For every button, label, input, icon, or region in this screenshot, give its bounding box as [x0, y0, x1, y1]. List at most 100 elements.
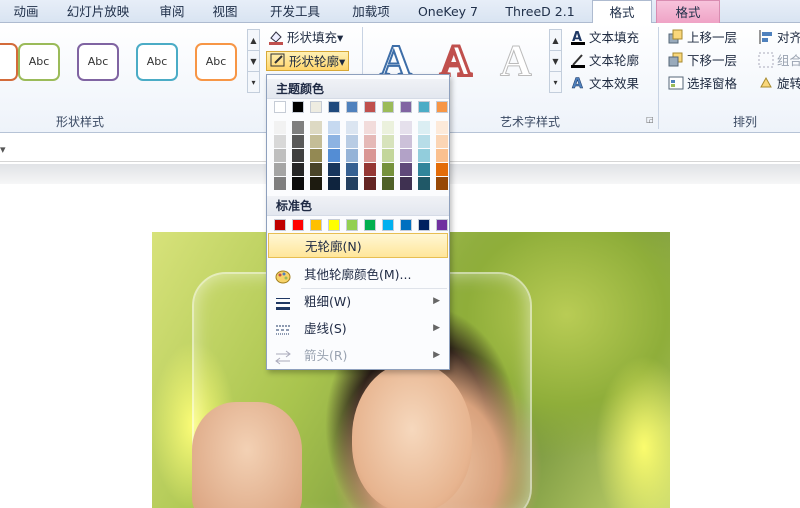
standard-color-swatch[interactable] [328, 219, 340, 231]
shape-style-partial[interactable] [0, 43, 18, 81]
standard-color-swatch[interactable] [382, 219, 394, 231]
theme-shade-swatch[interactable] [310, 163, 322, 176]
text-fill-button[interactable]: A 文本填充 [570, 28, 639, 48]
theme-shade-swatch[interactable] [274, 121, 286, 134]
theme-shade-swatch[interactable] [400, 121, 412, 134]
theme-color-swatch[interactable] [346, 101, 358, 113]
theme-shade-swatch[interactable] [436, 149, 448, 162]
tab-3[interactable]: 视图 [205, 0, 245, 23]
theme-shade-swatch[interactable] [292, 121, 304, 134]
wordart-gallery-scroll[interactable]: ▲ ▼ ▾ [549, 29, 562, 93]
theme-color-swatch[interactable] [400, 101, 412, 113]
theme-shade-swatch[interactable] [346, 177, 358, 190]
text-outline-button[interactable]: 文本轮廓 [570, 51, 639, 71]
text-effect-button[interactable]: A 文本效果 [570, 74, 639, 94]
standard-color-swatch[interactable] [364, 219, 376, 231]
theme-shade-swatch[interactable] [436, 121, 448, 134]
tab-0[interactable]: 动画 [6, 0, 46, 23]
theme-shade-swatch[interactable] [328, 135, 340, 148]
theme-shade-swatch[interactable] [274, 149, 286, 162]
theme-shade-swatch[interactable] [364, 177, 376, 190]
bring-forward-button[interactable]: 上移一层 [668, 28, 737, 48]
theme-shade-swatch[interactable] [292, 177, 304, 190]
weight-item[interactable]: 粗细(W) ▶ [268, 289, 448, 314]
theme-color-swatch[interactable] [328, 101, 340, 113]
theme-shade-swatch[interactable] [274, 163, 286, 176]
more-outline-colors-item[interactable]: 其他轮廓颜色(M)... [268, 262, 448, 287]
gallery-down-icon[interactable]: ▼ [248, 51, 259, 72]
shape-style-teal[interactable]: Abc [136, 43, 178, 81]
theme-color-swatch[interactable] [364, 101, 376, 113]
tab-7[interactable]: ThreeD 2.1 [500, 0, 580, 23]
standard-color-swatch[interactable] [418, 219, 430, 231]
theme-shade-swatch[interactable] [382, 135, 394, 148]
shape-outline-button[interactable]: 形状轮廓▾ [266, 51, 350, 71]
standard-color-swatch[interactable] [274, 219, 286, 231]
theme-shade-swatch[interactable] [400, 149, 412, 162]
align-button[interactable]: 对齐 [758, 28, 800, 48]
theme-shade-swatch[interactable] [436, 163, 448, 176]
theme-shade-swatch[interactable] [436, 135, 448, 148]
theme-shade-swatch[interactable] [436, 177, 448, 190]
standard-color-swatch[interactable] [310, 219, 322, 231]
theme-color-swatch[interactable] [310, 101, 322, 113]
no-outline-item[interactable]: 无轮廓(N) [268, 233, 448, 258]
send-backward-button[interactable]: 下移一层 [668, 51, 737, 71]
wordart-down-icon[interactable]: ▼ [550, 51, 561, 72]
theme-shade-swatch[interactable] [310, 149, 322, 162]
wordart-up-icon[interactable]: ▲ [550, 30, 561, 51]
theme-shade-swatch[interactable] [274, 177, 286, 190]
theme-shade-swatch[interactable] [418, 135, 430, 148]
theme-shade-swatch[interactable] [292, 149, 304, 162]
standard-color-swatch[interactable] [292, 219, 304, 231]
wordart-dialog-launcher-icon[interactable]: ◲ [646, 115, 654, 124]
theme-shade-swatch[interactable] [400, 135, 412, 148]
shape-style-gallery-scroll[interactable]: ▲ ▼ ▾ [247, 29, 260, 93]
theme-shade-swatch[interactable] [418, 149, 430, 162]
group-button[interactable]: 组合 [758, 51, 800, 71]
dashes-item[interactable]: 虚线(S) ▶ [268, 316, 448, 341]
shape-style-orange[interactable]: Abc [195, 43, 237, 81]
theme-shade-swatch[interactable] [382, 177, 394, 190]
theme-color-swatch[interactable] [382, 101, 394, 113]
theme-shade-swatch[interactable] [364, 149, 376, 162]
theme-shade-swatch[interactable] [274, 135, 286, 148]
theme-shade-swatch[interactable] [328, 177, 340, 190]
tab-1[interactable]: 幻灯片放映 [58, 0, 138, 23]
theme-shade-swatch[interactable] [310, 177, 322, 190]
standard-color-swatch[interactable] [400, 219, 412, 231]
theme-shade-swatch[interactable] [310, 135, 322, 148]
theme-shade-swatch[interactable] [328, 163, 340, 176]
theme-shade-swatch[interactable] [346, 163, 358, 176]
theme-shade-swatch[interactable] [418, 163, 430, 176]
tab-format-picture[interactable]: 格式 [656, 0, 720, 23]
tab-4[interactable]: 开发工具 [262, 0, 328, 23]
gallery-more-icon[interactable]: ▾ [248, 72, 259, 93]
theme-shade-swatch[interactable] [364, 135, 376, 148]
theme-shade-swatch[interactable] [292, 163, 304, 176]
wordart-more-icon[interactable]: ▾ [550, 72, 561, 93]
tab-6[interactable]: OneKey 7 [413, 0, 483, 23]
theme-shade-swatch[interactable] [382, 163, 394, 176]
theme-shade-swatch[interactable] [310, 121, 322, 134]
theme-shade-swatch[interactable] [418, 177, 430, 190]
shape-style-purple[interactable]: Abc [77, 43, 119, 81]
theme-shade-swatch[interactable] [328, 121, 340, 134]
theme-shade-swatch[interactable] [346, 149, 358, 162]
shape-fill-button[interactable]: 形状填充▾ [268, 28, 343, 48]
theme-shade-swatch[interactable] [400, 177, 412, 190]
theme-shade-swatch[interactable] [418, 121, 430, 134]
theme-color-swatch[interactable] [292, 101, 304, 113]
tab-5[interactable]: 加载项 [344, 0, 398, 23]
theme-shade-swatch[interactable] [382, 149, 394, 162]
theme-shade-swatch[interactable] [400, 163, 412, 176]
tab-format-active[interactable]: 格式 [592, 0, 652, 24]
standard-color-swatch[interactable] [436, 219, 448, 231]
rotate-button[interactable]: 旋转 [758, 74, 800, 94]
theme-color-swatch[interactable] [418, 101, 430, 113]
theme-shade-swatch[interactable] [364, 121, 376, 134]
theme-color-swatch[interactable] [274, 101, 286, 113]
theme-shade-swatch[interactable] [346, 121, 358, 134]
tab-2[interactable]: 审阅 [152, 0, 192, 23]
theme-shade-swatch[interactable] [382, 121, 394, 134]
